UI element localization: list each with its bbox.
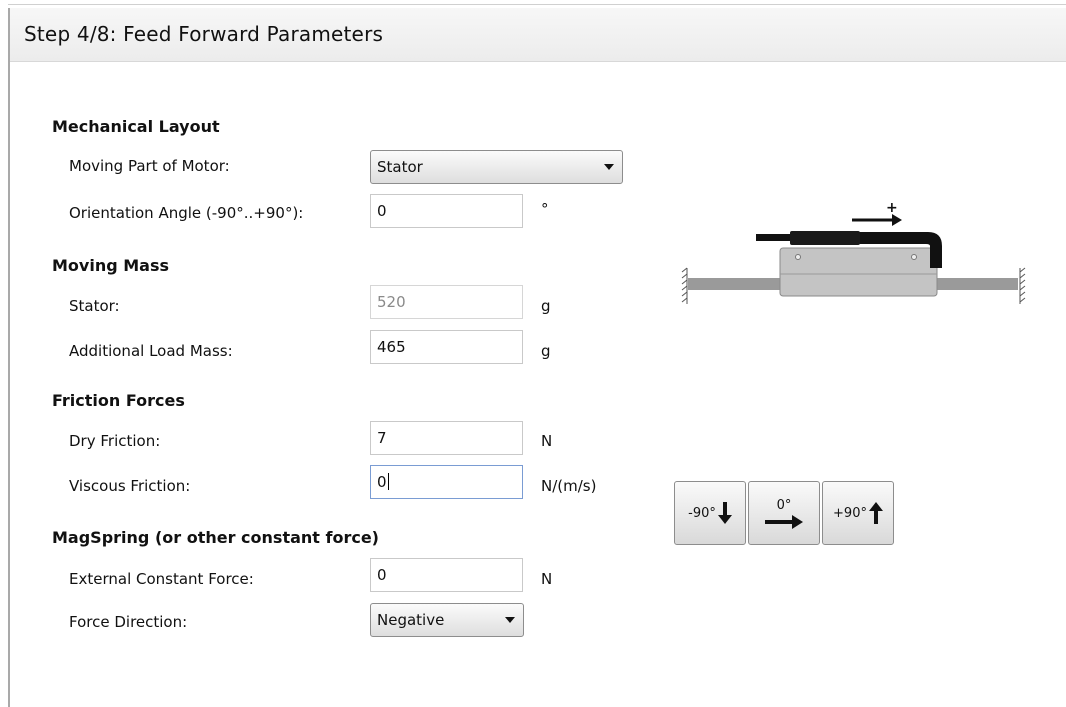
force-direction-label: Force Direction:	[69, 613, 188, 631]
moving-part-selected-value: Stator	[377, 158, 423, 176]
window-left-edge	[8, 8, 10, 707]
orientation-zero-button[interactable]: 0°	[748, 481, 820, 545]
arrow-up-icon	[868, 502, 883, 524]
viscous-friction-unit: N/(m/s)	[541, 477, 597, 495]
viscous-friction-input[interactable]: 0	[370, 465, 523, 499]
left-wall-icon	[681, 267, 688, 304]
force-direction-selected-value: Negative	[377, 611, 445, 629]
load-mass-label: Additional Load Mass:	[69, 342, 233, 360]
magspring-heading: MagSpring (or other constant force)	[52, 528, 379, 547]
stator-mass-input: 520	[370, 285, 523, 319]
wizard-header: Step 4/8: Feed Forward Parameters	[10, 8, 1066, 62]
right-wall-icon	[1019, 267, 1026, 304]
orientation-angle-input[interactable]: 0	[370, 194, 523, 228]
moving-mass-heading: Moving Mass	[52, 256, 170, 275]
stator-bolt	[911, 254, 917, 260]
chevron-down-icon	[604, 164, 614, 170]
external-force-label: External Constant Force:	[69, 570, 254, 588]
zero-label: 0°	[776, 497, 792, 513]
minus90-label: -90°	[688, 505, 716, 521]
stator-mass-unit: g	[541, 297, 551, 315]
motor-cable	[756, 234, 794, 241]
orientation-minus90-button[interactable]: -90°	[674, 481, 746, 545]
viscous-friction-value: 0	[377, 473, 387, 491]
motor-layout-diagram: +	[681, 200, 1026, 304]
cable-connector	[790, 231, 860, 245]
orientation-plus90-button[interactable]: +90°	[822, 481, 894, 545]
friction-forces-heading: Friction Forces	[52, 391, 185, 410]
chevron-down-icon	[505, 617, 515, 623]
arrow-down-icon	[717, 502, 732, 524]
window-top-edge	[8, 4, 1066, 5]
stator-bolt	[795, 254, 801, 260]
viscous-friction-label: Viscous Friction:	[69, 477, 191, 495]
orientation-angle-label: Orientation Angle (-90°..+90°):	[69, 204, 304, 222]
external-force-input[interactable]: 0	[370, 558, 523, 592]
arrow-right-icon	[765, 514, 803, 529]
load-mass-input[interactable]: 465	[370, 330, 523, 364]
dry-friction-input[interactable]: 7	[370, 421, 523, 455]
dry-friction-unit: N	[541, 432, 553, 450]
orientation-angle-unit: °	[541, 200, 549, 218]
dry-friction-label: Dry Friction:	[69, 432, 161, 450]
text-caret	[387, 473, 389, 490]
plus90-label: +90°	[833, 505, 867, 521]
moving-part-label: Moving Part of Motor:	[69, 157, 230, 175]
external-force-unit: N	[541, 570, 553, 588]
page-title: Step 4/8: Feed Forward Parameters	[24, 22, 384, 46]
load-mass-unit: g	[541, 342, 551, 360]
mechanical-layout-heading: Mechanical Layout	[52, 117, 220, 136]
stator-mass-label: Stator:	[69, 297, 120, 315]
direction-plus-sign: +	[886, 200, 898, 216]
moving-part-select[interactable]: Stator	[370, 150, 623, 184]
force-direction-select[interactable]: Negative	[370, 603, 524, 637]
